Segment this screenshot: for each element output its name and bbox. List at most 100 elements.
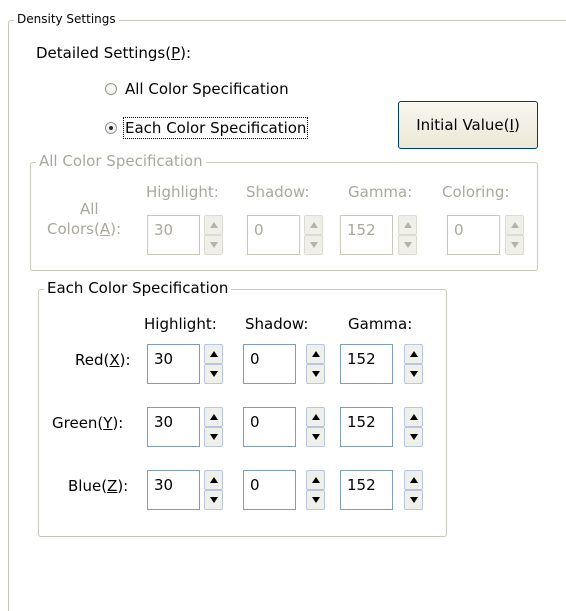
each-shadow-header: Shadow: [245,315,309,333]
blue-gamma-spinner[interactable] [404,470,423,510]
blue-accesskey: Z [107,477,118,495]
arrow-up-icon [404,222,412,228]
initial-value-label: Initial Value( [416,116,510,134]
all-gamma-input: 152 [340,215,393,255]
all-coloring-header: Coloring: [442,183,510,201]
detailed-settings-label-text: Detailed Settings( [36,44,172,62]
arrow-up-icon [312,351,320,357]
detailed-settings-label-suffix: ): [180,44,192,62]
spin-down-button[interactable] [404,427,423,447]
arrow-down-icon [312,434,320,440]
arrow-down-icon [410,497,418,503]
spin-up-button[interactable] [306,344,325,364]
red-accesskey: X [109,351,120,369]
all-color-group-title: All Color Specification [36,153,206,169]
blue-shadow-spinner[interactable] [306,470,325,510]
arrow-down-icon [210,434,218,440]
arrow-down-icon [410,434,418,440]
arrow-up-icon [511,222,519,228]
spin-down-button [304,235,323,255]
arrow-up-icon [210,222,218,228]
spin-up-button [398,215,417,235]
arrow-up-icon [312,477,320,483]
spin-up-button [505,215,524,235]
detailed-settings-label: Detailed Settings(P): [36,44,191,62]
each-gamma-header: Gamma: [348,315,413,333]
arrow-up-icon [410,414,418,420]
red-shadow-spinner[interactable] [306,344,325,384]
all-colors-label-line1: All [80,200,99,218]
spin-up-button[interactable] [204,470,223,490]
blue-shadow-input[interactable]: 0 [243,470,296,510]
red-label-suffix: ): [119,351,131,369]
green-shadow-spinner[interactable] [306,407,325,447]
blue-highlight-input[interactable]: 30 [147,470,200,510]
arrow-up-icon [410,477,418,483]
all-colors-label-text: Colors( [47,220,100,238]
all-gamma-spinner [398,215,417,255]
blue-label-text: Blue( [68,477,108,495]
all-highlight-header: Highlight: [146,183,219,201]
spin-down-button[interactable] [204,490,223,510]
all-colors-label: Colors(A): [47,220,121,238]
all-highlight-spinner [204,215,223,255]
all-highlight-input: 30 [147,215,200,255]
arrow-down-icon [312,371,320,377]
radio-all-color-circle[interactable] [105,83,117,95]
spin-up-button [204,215,223,235]
spin-down-button[interactable] [306,490,325,510]
green-label: Green(Y): [52,414,123,432]
spin-up-button[interactable] [306,407,325,427]
red-label: Red(X): [75,351,131,369]
spin-down-button[interactable] [204,427,223,447]
red-shadow-input[interactable]: 0 [243,344,296,384]
initial-value-button[interactable]: Initial Value(I) [398,101,538,149]
red-gamma-spinner[interactable] [404,344,423,384]
green-shadow-input[interactable]: 0 [243,407,296,447]
arrow-up-icon [312,414,320,420]
each-highlight-header: Highlight: [144,315,217,333]
red-gamma-input[interactable]: 152 [340,344,393,384]
blue-gamma-input[interactable]: 152 [340,470,393,510]
all-colors-label-suffix: ): [110,220,122,238]
arrow-up-icon [210,414,218,420]
green-label-text: Green( [52,414,104,432]
radio-each-color-specification[interactable]: Each Color Specification [105,117,309,139]
green-gamma-input[interactable]: 152 [340,407,393,447]
radio-all-color-specification[interactable]: All Color Specification [105,80,289,98]
blue-label: Blue(Z): [68,477,128,495]
spin-up-button[interactable] [404,470,423,490]
spin-up-button[interactable] [204,344,223,364]
green-label-suffix: ): [112,414,124,432]
spin-down-button[interactable] [404,364,423,384]
all-coloring-input: 0 [447,215,500,255]
spin-up-button[interactable] [404,407,423,427]
radio-each-color-circle[interactable] [105,122,117,134]
green-highlight-spinner[interactable] [204,407,223,447]
spin-up-button[interactable] [306,470,325,490]
spin-down-button[interactable] [306,427,325,447]
spin-up-button[interactable] [204,407,223,427]
red-highlight-input[interactable]: 30 [147,344,200,384]
arrow-down-icon [210,242,218,248]
spin-down-button[interactable] [306,364,325,384]
all-shadow-header: Shadow: [246,183,310,201]
green-highlight-input[interactable]: 30 [147,407,200,447]
arrow-up-icon [410,351,418,357]
radio-all-color-label: All Color Specification [125,80,289,98]
blue-highlight-spinner[interactable] [204,470,223,510]
detailed-settings-accesskey: P [171,44,181,62]
each-color-group-title: Each Color Specification [44,280,232,296]
spin-down-button[interactable] [204,364,223,384]
arrow-down-icon [410,371,418,377]
arrow-down-icon [210,371,218,377]
initial-value-label-suffix: ) [513,116,520,134]
red-highlight-spinner[interactable] [204,344,223,384]
arrow-down-icon [310,242,318,248]
all-coloring-spinner [505,215,524,255]
arrow-down-icon [511,242,519,248]
spin-down-button[interactable] [404,490,423,510]
density-settings-title: Density Settings [14,11,119,27]
spin-up-button[interactable] [404,344,423,364]
green-gamma-spinner[interactable] [404,407,423,447]
